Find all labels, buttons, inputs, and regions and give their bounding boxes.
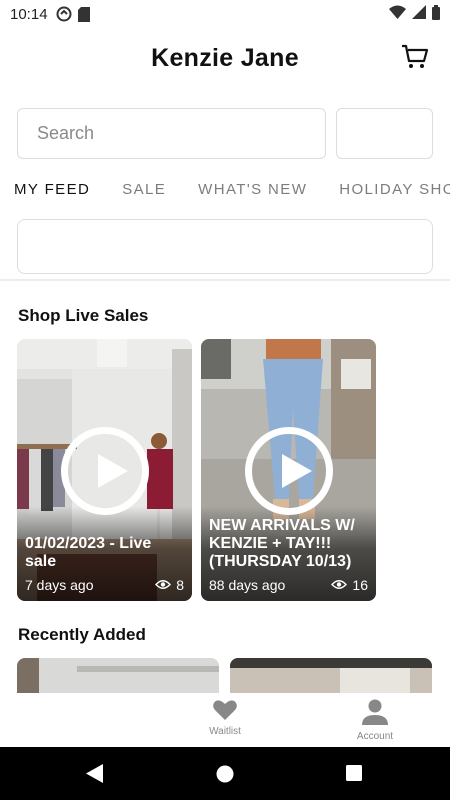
person-icon	[335, 699, 415, 728]
status-bar: 10:14	[0, 0, 450, 28]
store-title: Kenzie Jane	[151, 43, 299, 72]
view-count: 8	[155, 577, 184, 593]
section-divider	[0, 279, 450, 281]
live-sale-meta: 7 days ago 8	[25, 577, 184, 593]
tab-sale[interactable]: SALE	[122, 181, 166, 203]
live-sale-age: 88 days ago	[209, 577, 286, 593]
recently-added-heading: Recently Added	[18, 625, 146, 644]
view-count-value: 8	[176, 577, 184, 593]
data-saver-icon	[56, 6, 72, 22]
back-icon[interactable]	[86, 764, 104, 788]
live-sale-card[interactable]: NEW ARRIVALS W/ KENZIE + TAY!!! (THURSDA…	[201, 339, 376, 601]
product-thumbnail[interactable]	[17, 658, 219, 698]
bottom-nav: Waitlist Account	[0, 693, 450, 747]
recents-icon[interactable]	[346, 765, 362, 786]
live-sales-heading: Shop Live Sales	[18, 306, 149, 325]
product-thumbnail[interactable]	[230, 658, 432, 698]
home-icon[interactable]	[216, 765, 234, 788]
view-count: 16	[331, 577, 368, 593]
live-sale-age: 7 days ago	[25, 577, 94, 593]
heart-icon	[185, 699, 265, 723]
play-icon[interactable]	[60, 427, 149, 515]
cell-signal-icon	[412, 5, 426, 23]
search-row	[17, 108, 433, 159]
eye-icon	[331, 577, 348, 593]
system-nav-bar	[0, 747, 450, 800]
status-time: 10:14	[10, 5, 48, 23]
app-header: Kenzie Jane	[0, 34, 450, 82]
nav-waitlist-label: Waitlist	[209, 726, 241, 737]
tab-my-feed[interactable]: MY FEED	[14, 181, 90, 203]
wifi-icon	[389, 5, 406, 23]
live-sale-card[interactable]: 01/02/2023 - Live sale 7 days ago 8	[17, 339, 192, 601]
sd-card-icon	[77, 6, 90, 22]
view-count-value: 16	[352, 577, 368, 593]
filter-button[interactable]	[336, 108, 433, 159]
nav-waitlist[interactable]: Waitlist	[185, 699, 265, 737]
nav-account-label: Account	[356, 731, 394, 742]
live-sale-title: NEW ARRIVALS W/ KENZIE + TAY!!! (THURSDA…	[209, 517, 355, 570]
eye-icon	[155, 577, 172, 593]
live-sale-title: 01/02/2023 - Live sale	[25, 535, 152, 570]
tab-holiday-shop[interactable]: HOLIDAY SHO	[339, 181, 450, 203]
battery-icon	[432, 4, 440, 24]
play-icon[interactable]	[244, 427, 333, 515]
live-sale-meta: 88 days ago 16	[209, 577, 368, 593]
category-tabs: MY FEED SALE WHAT'S NEW HOLIDAY SHO	[14, 181, 450, 203]
nav-account[interactable]: Account	[335, 699, 415, 742]
cart-icon[interactable]	[400, 42, 430, 72]
feed-banner-box[interactable]	[17, 219, 433, 274]
tab-whats-new[interactable]: WHAT'S NEW	[198, 181, 307, 203]
search-input[interactable]	[17, 108, 326, 159]
